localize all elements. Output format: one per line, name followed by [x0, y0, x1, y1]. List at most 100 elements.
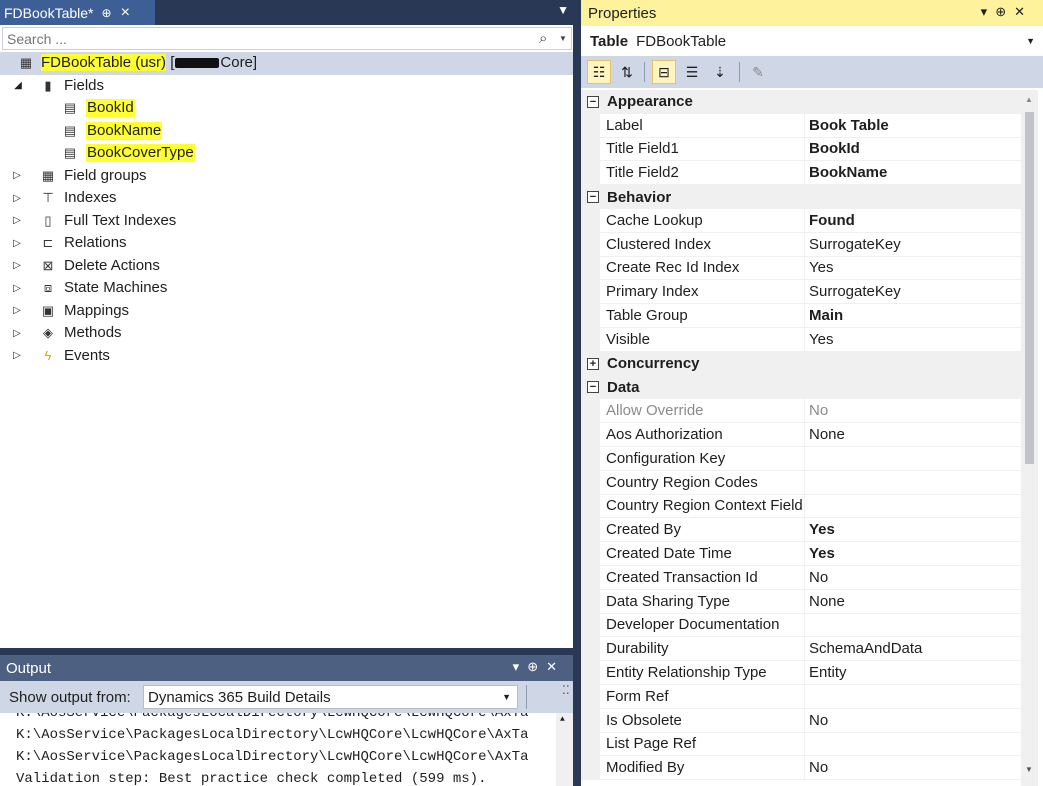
property-row[interactable]: Created By Yes [581, 518, 1021, 543]
property-row[interactable]: Modified By No [581, 756, 1021, 781]
expand-icon[interactable]: ▷ [11, 283, 23, 294]
collapse-icon[interactable]: − [587, 381, 599, 394]
property-value[interactable] [805, 614, 1021, 638]
property-row[interactable]: Configuration Key [581, 447, 1021, 471]
property-row[interactable]: Created Date Time Yes [581, 542, 1021, 566]
tree-node-field-groups[interactable]: ▷ ▦ Field groups [0, 165, 573, 188]
property-value[interactable]: BookId [805, 138, 1021, 162]
expand-icon[interactable]: ▷ [11, 328, 23, 339]
search-input[interactable] [3, 30, 539, 47]
tree-node-indexes[interactable]: ▷ ⊤ Indexes [0, 187, 573, 210]
property-value[interactable]: Yes [805, 328, 1021, 352]
pin-icon[interactable]: ⊕ [527, 659, 546, 674]
property-row[interactable]: Durability SchemaAndData [581, 637, 1021, 662]
tree-node-full-text-indexes[interactable]: ▷ ▯ Full Text Indexes [0, 210, 573, 233]
output-source-select[interactable]: Dynamics 365 Build Details ▼ [143, 685, 518, 709]
property-value[interactable]: BookName [805, 161, 1021, 186]
properties-object-selector[interactable]: Table FDBookTable ▼ [581, 26, 1043, 56]
property-row[interactable]: Title Field1 BookId [581, 137, 1021, 162]
collapse-icon[interactable]: − [587, 95, 599, 108]
dropdown-icon[interactable]: ▾ [981, 4, 996, 19]
property-value[interactable]: No [805, 709, 1021, 733]
property-row[interactable]: Table Group Main [581, 304, 1021, 328]
close-icon[interactable]: ✕ [546, 659, 565, 674]
property-value[interactable]: Yes [805, 518, 1021, 543]
expand-icon[interactable]: ▷ [11, 305, 23, 316]
wrench-icon[interactable]: ✎ [746, 60, 770, 84]
tree-node-delete-actions[interactable]: ▷ ⊠ Delete Actions [0, 255, 573, 278]
property-row[interactable]: Form Ref [581, 685, 1021, 709]
property-row[interactable]: Developer Documentation [581, 613, 1021, 638]
properties-icon[interactable]: ⊟ [652, 60, 676, 84]
property-value[interactable]: None [805, 423, 1021, 447]
property-row[interactable]: Aos Authorization None [581, 423, 1021, 447]
tree-node-relations[interactable]: ▷ ⊏ Relations [0, 232, 573, 255]
tree-node-methods[interactable]: ▷ ◈ Methods [0, 322, 573, 345]
category-behavior[interactable]: − Behavior [581, 185, 1021, 209]
toolbar-overflow-icon[interactable]: ⁚⁚ [562, 683, 570, 697]
property-value[interactable]: Yes [805, 257, 1021, 281]
category-concurrency[interactable]: + Concurrency [581, 351, 1021, 376]
property-row[interactable]: Country Region Context Field [581, 494, 1021, 519]
scroll-up-icon[interactable]: ▲ [560, 715, 565, 724]
property-row[interactable]: List Page Ref [581, 732, 1021, 757]
property-value[interactable]: None [805, 590, 1021, 614]
property-value[interactable]: Book Table [805, 114, 1021, 138]
tab-dropdown-icon[interactable]: ▼ [557, 3, 569, 17]
category-data[interactable]: − Data [581, 375, 1021, 400]
property-value[interactable]: No [805, 756, 1021, 781]
tree-field-bookname[interactable]: ▤ BookName [0, 120, 573, 143]
expand-icon[interactable]: + [587, 357, 599, 370]
property-row[interactable]: Cache Lookup Found [581, 209, 1021, 233]
property-row[interactable]: Clustered Index SurrogateKey [581, 232, 1021, 257]
dropdown-icon[interactable]: ▾ [513, 659, 528, 674]
property-row[interactable]: Create Rec Id Index Yes [581, 256, 1021, 281]
categorized-icon[interactable]: ☷ [587, 60, 611, 84]
category-appearance[interactable]: − Appearance [581, 90, 1021, 114]
property-value[interactable]: Entity [805, 661, 1021, 685]
property-value[interactable] [805, 685, 1021, 709]
property-row[interactable]: Allow Override No [581, 399, 1021, 424]
property-value[interactable]: SchemaAndData [805, 637, 1021, 662]
properties-scrollbar[interactable]: ▲ ▼ [1021, 90, 1038, 786]
search-dropdown-icon[interactable]: ▼ [559, 34, 571, 43]
expand-icon[interactable]: ▷ [11, 170, 23, 181]
alphabetical-sort-icon[interactable]: ⇅ [615, 60, 639, 84]
property-row[interactable]: Data Sharing Type None [581, 589, 1021, 614]
property-value[interactable]: SurrogateKey [805, 233, 1021, 257]
expand-icon[interactable]: ▷ [11, 350, 23, 361]
output-scrollbar[interactable]: ▲ [556, 713, 573, 786]
property-row[interactable]: Entity Relationship Type Entity [581, 661, 1021, 685]
scroll-thumb[interactable] [1025, 112, 1034, 464]
document-tab[interactable]: FDBookTable* ⊕ × [0, 0, 155, 25]
close-icon[interactable]: × [121, 4, 130, 22]
tree-node-fields[interactable]: ◢ ▮ Fields [0, 75, 573, 98]
search-icon[interactable]: ⌕ [539, 30, 559, 47]
output-text-area[interactable]: K:\AosService\PackagesLocalDirectory\Lcw… [0, 713, 573, 786]
property-row[interactable]: Title Field2 BookName [581, 161, 1021, 186]
tree-field-bookid[interactable]: ▤ BookId [0, 97, 573, 120]
property-value[interactable] [805, 471, 1021, 495]
property-value[interactable]: Yes [805, 542, 1021, 566]
tree-field-bookcovertype[interactable]: ▤ BookCoverType [0, 142, 573, 165]
property-row[interactable]: Is Obsolete No [581, 708, 1021, 733]
property-value[interactable] [805, 495, 1021, 519]
collapse-icon[interactable]: − [587, 191, 599, 204]
expand-icon[interactable]: ▷ [11, 238, 23, 249]
property-value[interactable] [805, 447, 1021, 471]
tree-node-events[interactable]: ▷ ϟ Events [0, 345, 573, 368]
pin-icon[interactable]: ⊕ [995, 4, 1014, 19]
property-value[interactable]: No [805, 399, 1021, 424]
property-value[interactable] [805, 733, 1021, 757]
property-row[interactable]: Primary Index SurrogateKey [581, 280, 1021, 305]
tree-root[interactable]: ▦ FDBookTable (usr) [Core] [0, 52, 573, 75]
property-row[interactable]: Country Region Codes [581, 470, 1021, 495]
collapse-icon[interactable]: ◢ [12, 80, 24, 91]
property-value[interactable]: Main [805, 304, 1021, 328]
property-row[interactable]: Label Book Table [581, 113, 1021, 138]
property-value[interactable]: SurrogateKey [805, 280, 1021, 305]
property-row[interactable]: Created Transaction Id No [581, 566, 1021, 590]
scroll-up-icon[interactable]: ▲ [1025, 95, 1033, 104]
tree-node-mappings[interactable]: ▷ ▣ Mappings [0, 300, 573, 323]
events-list-icon[interactable]: ☰ [680, 60, 704, 84]
